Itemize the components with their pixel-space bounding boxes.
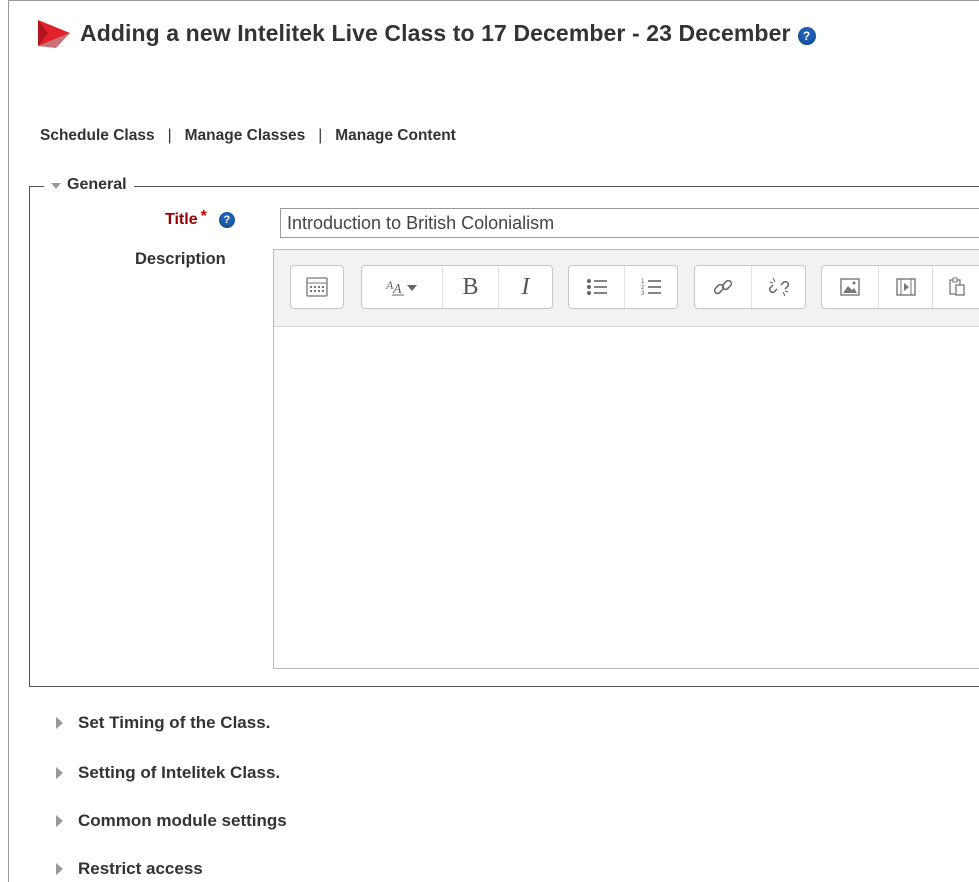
numbered-list-button[interactable]: 1 2 3 [624, 266, 677, 308]
page-title: Adding a new Intelitek Live Class to 17 … [80, 19, 791, 46]
caret-right-icon [56, 767, 63, 779]
image-button[interactable] [822, 266, 878, 308]
caret-right-icon [56, 717, 63, 729]
section-label: Restrict access [78, 859, 203, 878]
caret-right-icon [56, 863, 63, 875]
image-icon [840, 278, 860, 296]
caret-down-icon [51, 182, 61, 189]
section-set-timing[interactable]: Set Timing of the Class. [56, 713, 270, 733]
title-help-icon[interactable]: ? [218, 212, 235, 228]
italic-button[interactable]: I [498, 266, 552, 308]
nav-manage-content[interactable]: Manage Content [335, 127, 456, 144]
class-navigation: Schedule Class | Manage Classes | Manage Con… [40, 127, 456, 145]
help-icon[interactable]: ? [797, 27, 816, 45]
paste-icon [949, 277, 965, 296]
toolbar-toggle-button[interactable] [291, 266, 343, 308]
toolbar-group-media [821, 265, 979, 309]
font-style-button[interactable]: A A [362, 266, 442, 308]
general-section-toggle[interactable]: General [44, 176, 134, 194]
description-editor: A A B I 1 2 3 [273, 249, 979, 669]
media-icon [895, 278, 916, 296]
link-button[interactable] [695, 266, 751, 308]
toolbar-group-text: A A B I [361, 265, 553, 309]
font-style-icon: A A [385, 278, 417, 297]
editor-content-area[interactable] [274, 327, 979, 667]
description-label: Description [135, 250, 226, 268]
bullet-list-button[interactable] [569, 266, 624, 308]
toolbar-group-lists: 1 2 3 [568, 265, 678, 309]
title-label: Title * ? [165, 208, 235, 229]
section-restrict-access[interactable]: Restrict access [56, 859, 203, 879]
bullet-list-icon [586, 279, 607, 295]
link-icon [713, 279, 733, 295]
section-label: Setting of Intelitek Class. [78, 763, 281, 782]
intelitek-logo-icon [38, 20, 70, 48]
unlink-icon [768, 277, 789, 297]
caret-right-icon [56, 815, 63, 827]
media-button[interactable] [878, 266, 932, 308]
toolbar-group-toggle [290, 265, 344, 309]
toolbar-toggle-icon [306, 277, 328, 297]
toolbar-group-links [694, 265, 806, 309]
required-mark: * [200, 208, 207, 225]
section-label: Set Timing of the Class. [78, 713, 271, 732]
title-input[interactable] [280, 208, 979, 238]
svg-text:3: 3 [641, 291, 645, 297]
nav-separator: | [167, 127, 172, 144]
nav-schedule-class[interactable]: Schedule Class [40, 127, 155, 144]
paste-button[interactable] [932, 266, 979, 308]
editor-toolbar: A A B I 1 2 3 [274, 250, 979, 327]
numbered-list-icon: 1 2 3 [641, 279, 661, 297]
section-intelitek-class-settings[interactable]: Setting of Intelitek Class. [56, 763, 280, 783]
general-legend: General [67, 176, 127, 193]
bold-button[interactable]: B [442, 266, 498, 308]
section-common-module-settings[interactable]: Common module settings [56, 811, 287, 831]
title-label-text: Title [165, 211, 198, 228]
nav-separator: | [318, 127, 323, 144]
page-header: Adding a new Intelitek Live Class to 17 … [36, 16, 816, 50]
section-label: Common module settings [78, 811, 287, 830]
nav-manage-classes[interactable]: Manage Classes [185, 127, 306, 144]
unlink-button[interactable] [751, 266, 805, 308]
